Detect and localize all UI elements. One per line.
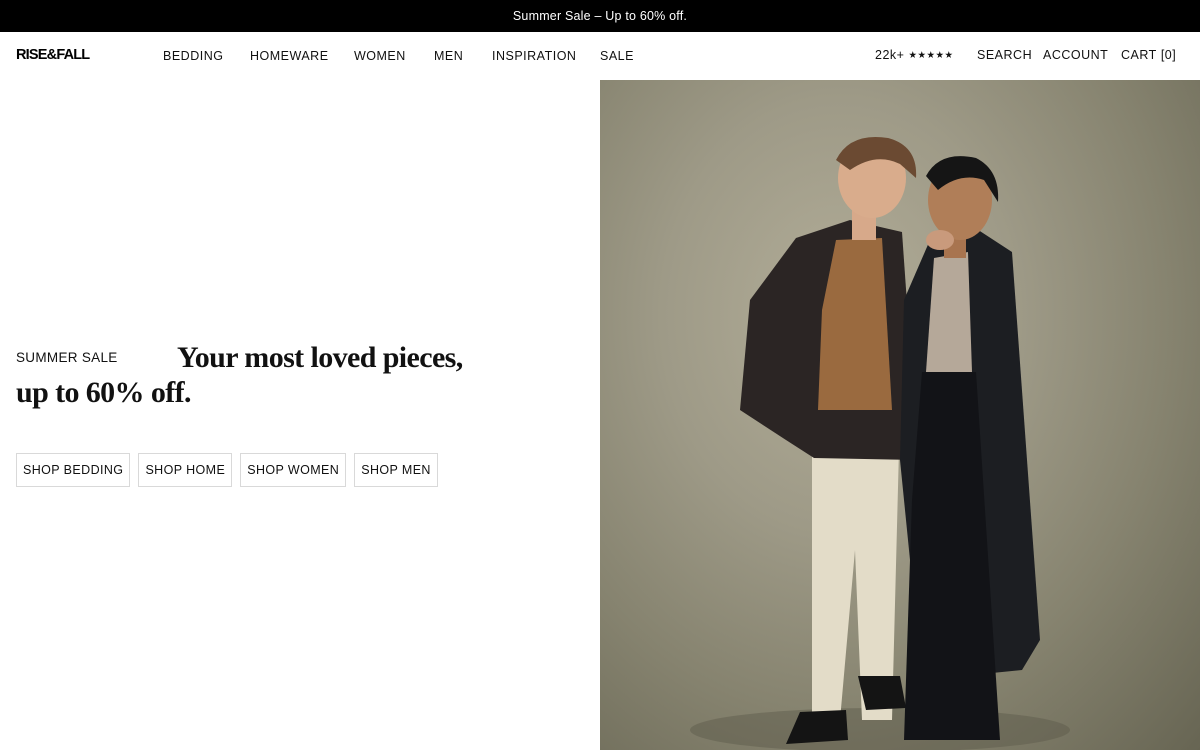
hero-cta-group: SHOP BEDDING SHOP HOME SHOP WOMEN SHOP M… [16,453,438,487]
brand-logo[interactable]: RISE&FALL [16,47,90,63]
hero-headline: Your most loved pieces, up to 60% off. [16,341,463,409]
shop-women-button[interactable]: SHOP WOMEN [240,453,347,487]
shop-men-button[interactable]: SHOP MEN [354,453,438,487]
cart-label: CART [1121,48,1157,62]
nav-inspiration[interactable]: INSPIRATION [492,49,576,63]
announcement-bar: Summer Sale – Up to 60% off. [0,0,1200,32]
nav-sale[interactable]: SALE [600,49,634,63]
hero-text-panel: SUMMER SALE Your most loved pieces, up t… [0,80,600,750]
nav-men[interactable]: MEN [434,49,463,63]
reviews-badge[interactable]: 22k+ ★★★★★ [875,48,954,62]
reviews-count: 22k+ [875,48,905,62]
cart-count: [0] [1160,48,1177,62]
couple-fashion-photo [690,136,1070,750]
nav-homeware[interactable]: HOMEWARE [250,49,329,63]
star-rating-icon: ★★★★★ [908,49,954,61]
announcement-text[interactable]: Summer Sale – Up to 60% off. [513,9,687,23]
nav-bedding[interactable]: BEDDING [163,49,223,63]
shop-home-button[interactable]: SHOP HOME [138,453,233,487]
shop-bedding-button[interactable]: SHOP BEDDING [16,453,131,487]
search-button[interactable]: SEARCH [977,48,1032,62]
site-header: RISE&FALL BEDDING HOMEWARE WOMEN MEN INS… [0,32,1200,80]
nav-women[interactable]: WOMEN [354,49,406,63]
hero-image[interactable] [600,80,1200,750]
account-link[interactable]: ACCOUNT [1043,48,1108,62]
cart-button[interactable]: CART [0] [1121,48,1176,62]
